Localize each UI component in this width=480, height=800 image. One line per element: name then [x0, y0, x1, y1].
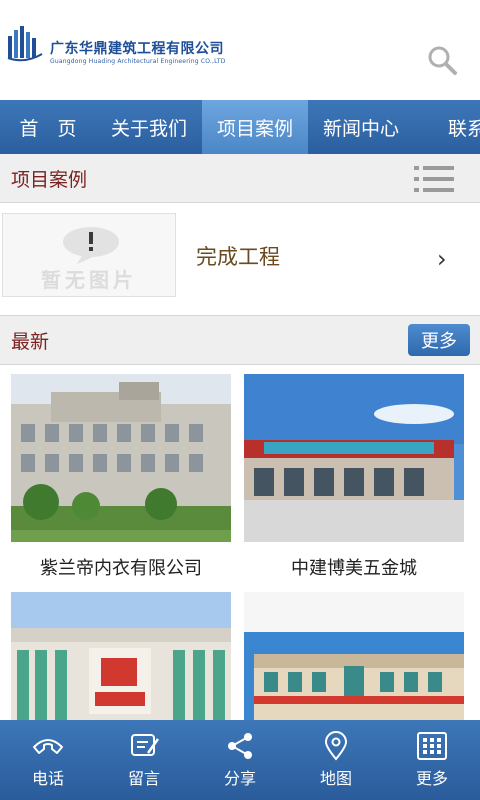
project-grid: 紫兰帝内衣有限公司 中建博美五金城 — [0, 365, 480, 760]
nav-item-home[interactable]: 首 页 — [0, 100, 96, 154]
more-button[interactable]: 更多 — [408, 324, 470, 356]
bottom-label: 更多 — [415, 769, 448, 788]
page-title: 项目案例 — [11, 169, 88, 191]
bottom-label: 电话 — [31, 769, 64, 788]
bottom-item-message[interactable]: 留言 — [96, 720, 192, 800]
latest-header: 最新 更多 — [0, 316, 480, 365]
company-name: 广东华鼎建筑工程有限公司 — [50, 41, 224, 57]
nav-item-about[interactable]: 关于我们 — [96, 100, 202, 154]
no-image-placeholder: 暂无图片 — [2, 213, 176, 297]
share-icon — [228, 733, 252, 759]
project-image — [11, 374, 231, 542]
search-icon[interactable] — [426, 44, 458, 76]
bottom-label: 地图 — [319, 769, 352, 788]
bottom-item-map[interactable]: 地图 — [288, 720, 384, 800]
latest-title: 最新 — [11, 331, 50, 353]
bottom-label: 分享 — [223, 769, 256, 788]
list-icon[interactable] — [414, 164, 454, 194]
placeholder-text: 暂无图片 — [41, 268, 137, 292]
bottom-label: 留言 — [127, 769, 160, 788]
project-image — [244, 374, 464, 542]
nav-item-contact[interactable]: 联系 — [414, 100, 480, 154]
main-nav: 首 页 关于我们 项目案例 新闻中心 联系 — [0, 100, 480, 154]
nav-item-news[interactable]: 新闻中心 — [308, 100, 414, 154]
bottom-toolbar: 电话 留言 分享 地图 更多 — [0, 720, 480, 800]
message-icon — [131, 734, 160, 756]
app-header: 广东华鼎建筑工程有限公司 Guangdong Huading Architect… — [0, 0, 480, 100]
grid-icon — [417, 732, 447, 760]
project-name: 紫兰帝内衣有限公司 — [40, 558, 202, 579]
nav-item-projects[interactable]: 项目案例 — [202, 100, 308, 154]
company-logo — [7, 26, 43, 62]
category-label: 完成工程 — [196, 245, 280, 269]
bottom-item-phone[interactable]: 电话 — [0, 720, 96, 800]
project-name: 中建博美五金城 — [291, 558, 417, 579]
section-header: 项目案例 — [0, 154, 480, 203]
map-pin-icon — [324, 731, 348, 761]
chevron-right-icon: › — [437, 245, 447, 273]
category-completed-projects[interactable]: 暂无图片 完成工程 › — [0, 203, 480, 316]
phone-icon — [33, 739, 63, 754]
company-name-en: Guangdong Huading Architectural Engineer… — [50, 58, 226, 65]
bottom-item-share[interactable]: 分享 — [192, 720, 288, 800]
bottom-item-more[interactable]: 更多 — [384, 720, 480, 800]
